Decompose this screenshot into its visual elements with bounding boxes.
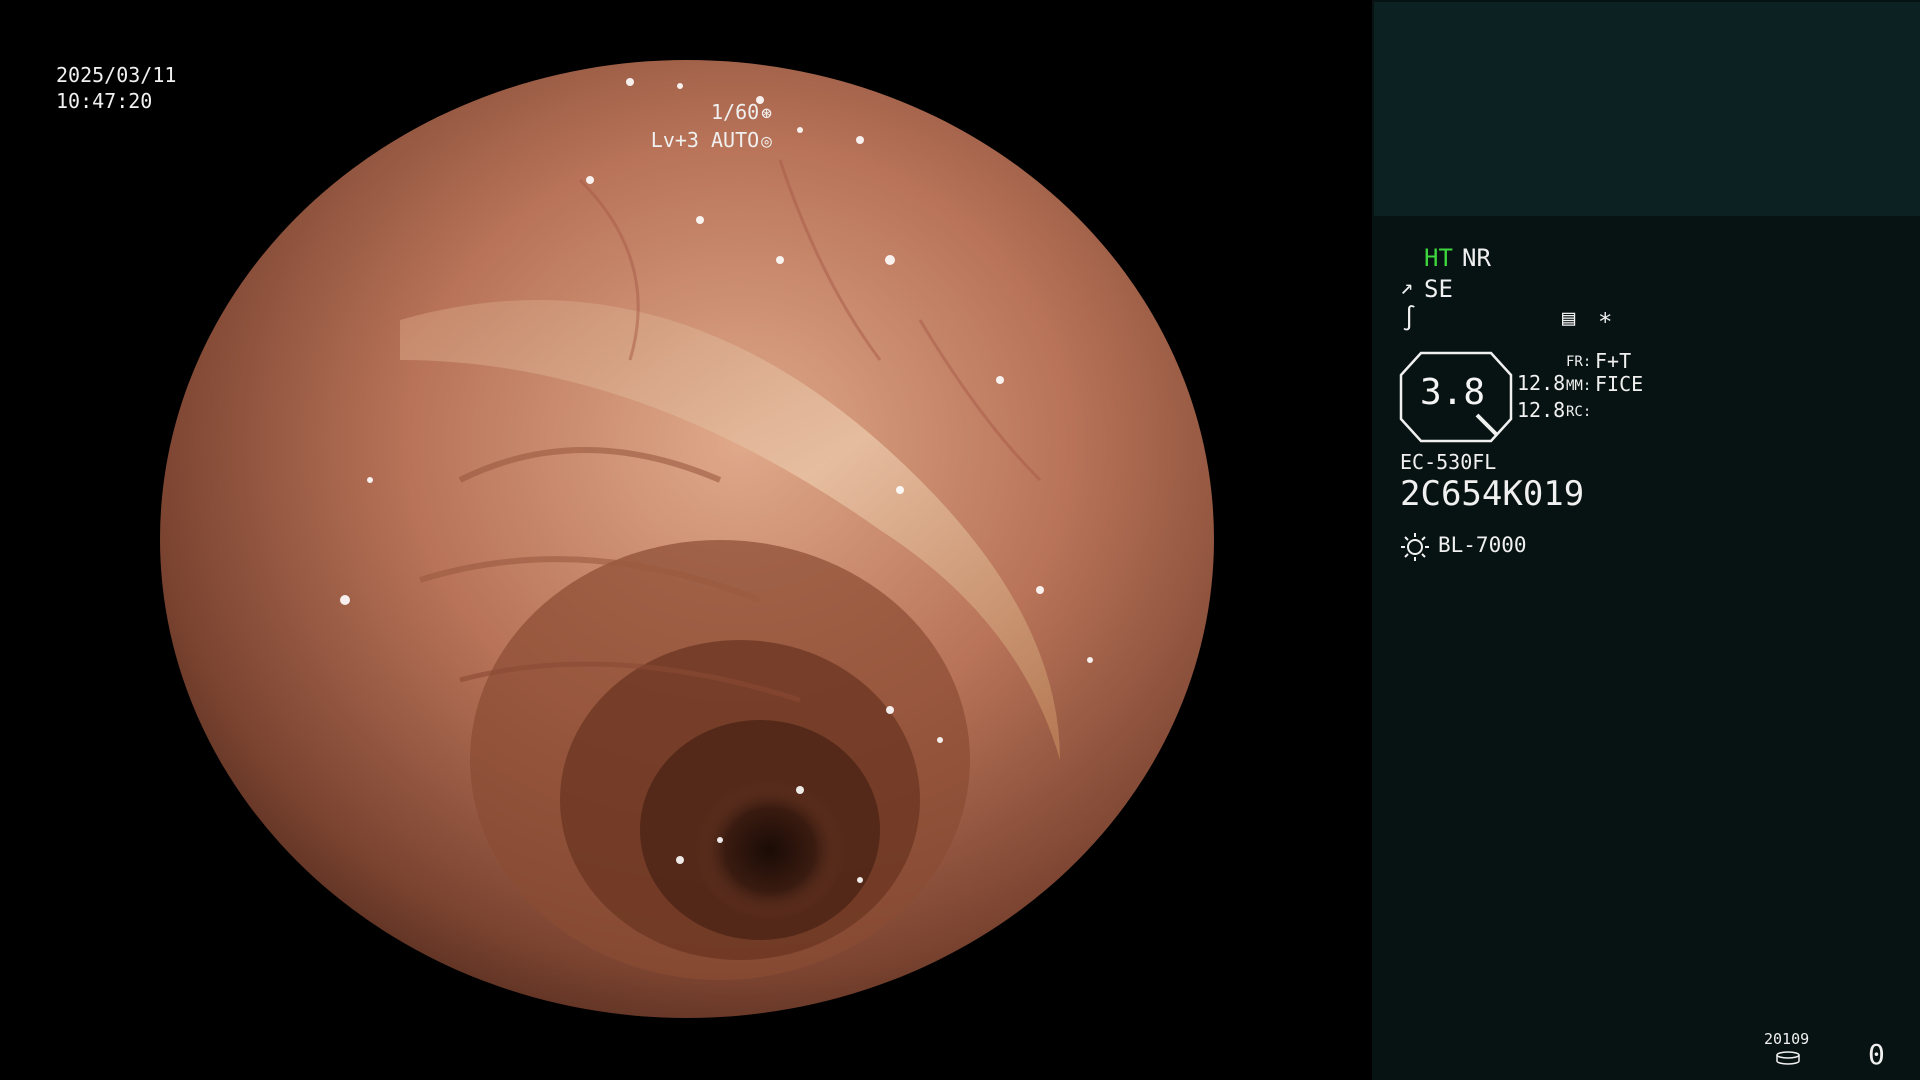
value-readout-1: 12.8 — [1517, 371, 1566, 395]
shutter-value: 1/60 — [710, 100, 760, 124]
mm-label: MM: — [1566, 378, 1592, 394]
ht-indicator: HT — [1424, 244, 1453, 272]
image-counter-small: 20109 — [1764, 1030, 1810, 1048]
colon-lumen-image — [160, 60, 1214, 1018]
sun-icon — [1400, 532, 1430, 562]
date-readout: 2025/03/11 — [56, 63, 177, 87]
iris-icon: ◎ — [761, 131, 772, 152]
fr-label: FR: — [1566, 354, 1592, 370]
time-readout: 10:47:20 — [56, 89, 153, 113]
nr-indicator: NR — [1462, 244, 1491, 272]
zoom-value: 3.8 — [1420, 372, 1486, 413]
structure-enhance-icon: ↗ — [1400, 275, 1414, 300]
disk-icon — [1775, 1050, 1801, 1065]
star-indicator: * — [1598, 308, 1613, 336]
tone-curve-icon: ∫ — [1402, 304, 1417, 332]
thumbnail-area — [1374, 2, 1920, 216]
se-indicator: SE — [1424, 275, 1453, 303]
aperture-icon: ⊛ — [761, 103, 772, 124]
capture-counter: 0 — [1868, 1038, 1885, 1071]
endoscope-video-area: 2025/03/11 10:47:20 1/60 ⊛ Lv+3 AUTO ◎ — [0, 0, 1372, 1080]
scope-model: EC-530FL — [1400, 450, 1497, 474]
iris-level-readout: Lv+3 AUTO ◎ — [651, 127, 772, 155]
document-icon: ▤ — [1562, 306, 1576, 331]
iris-level-value: Lv+3 AUTO — [650, 128, 760, 152]
light-source-label: BL-7000 — [1438, 533, 1527, 557]
rc-label: RC: — [1566, 404, 1592, 420]
endoscopic-image — [160, 60, 1214, 1018]
value-readout-2: 12.8 — [1517, 398, 1566, 422]
shutter-readout: 1/60 ⊛ — [711, 99, 772, 127]
fr-value: F+T — [1595, 349, 1632, 373]
scope-serial: 2C654K019 — [1400, 474, 1585, 514]
mm-value: FICE — [1595, 372, 1644, 396]
